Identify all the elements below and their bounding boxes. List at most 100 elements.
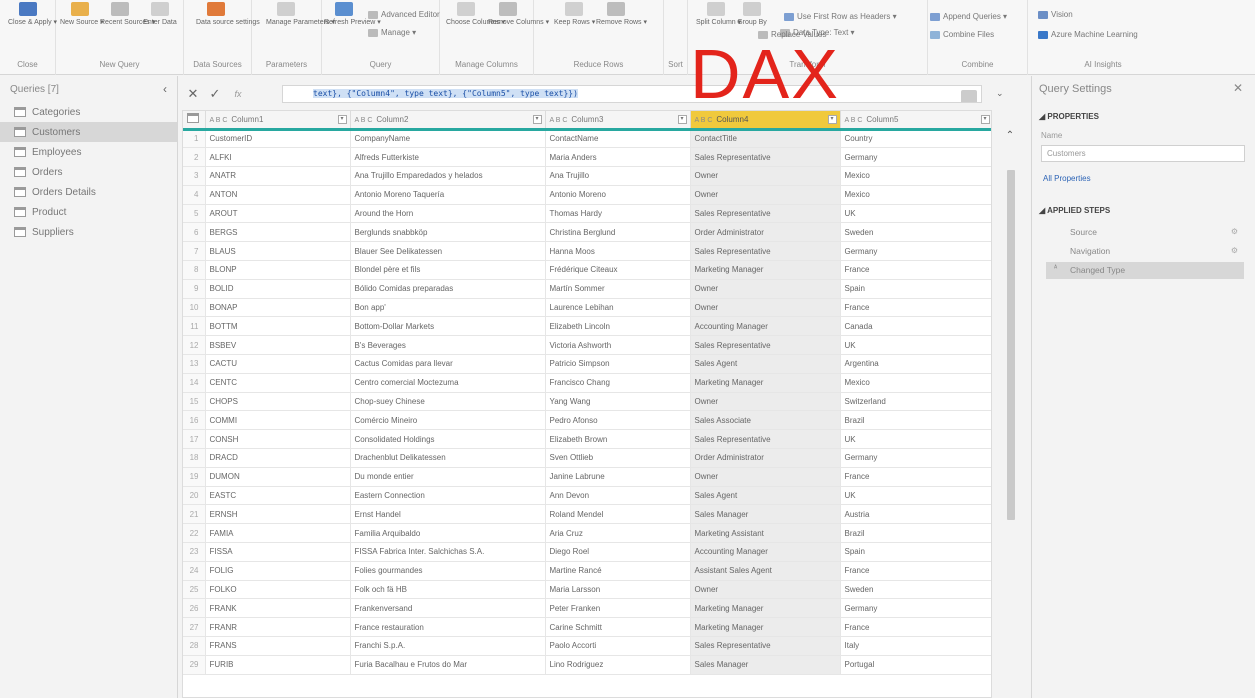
filter-dropdown-icon[interactable]: ▾ <box>532 115 542 124</box>
column-type-icon[interactable]: A B C <box>845 117 863 124</box>
table-cell[interactable]: Owner <box>690 298 841 318</box>
table-cell[interactable]: ANTON <box>205 185 351 205</box>
table-cell[interactable]: Aria Cruz <box>545 523 691 544</box>
append-queries-button[interactable]: Append Queries ▾ <box>930 12 1007 21</box>
table-cell[interactable]: FRANK <box>205 598 351 619</box>
expand-formula-button[interactable] <box>961 90 977 102</box>
table-cell[interactable]: FISSA <box>205 542 351 562</box>
table-cell[interactable]: Carine Schmitt <box>545 617 691 638</box>
table-cell[interactable]: Owner <box>690 185 841 205</box>
table-cell[interactable]: Bólido Comidas preparadas <box>350 279 546 299</box>
table-cell[interactable]: Germany <box>840 241 991 262</box>
table-cell[interactable]: BLONP <box>205 260 351 280</box>
table-cell[interactable]: Ernst Handel <box>350 504 546 525</box>
table-cell[interactable]: Sales Representative <box>690 147 841 168</box>
table-cell[interactable]: Bottom-Dollar Markets <box>350 316 546 337</box>
table-cell[interactable]: Folies gourmandes <box>350 561 546 581</box>
table-cell[interactable]: Marketing Manager <box>690 373 841 393</box>
table-cell[interactable]: Ana Trujillo Emparedados y helados <box>350 166 546 186</box>
table-cell[interactable]: Elizabeth Brown <box>545 429 691 450</box>
table-cell[interactable]: ANATR <box>205 166 351 186</box>
table-cell[interactable]: Berglunds snabbköp <box>350 222 546 243</box>
table-cell[interactable]: Comércio Mineiro <box>350 410 546 431</box>
table-cell[interactable]: Paolo Accorti <box>545 636 691 656</box>
table-cell[interactable]: Eastern Connection <box>350 486 546 506</box>
table-cell[interactable]: Mexico <box>840 373 991 393</box>
table-cell[interactable]: DUMON <box>205 467 351 487</box>
applied-step-source[interactable]: Source ⚙ <box>1046 224 1244 241</box>
table-cell[interactable]: Accounting Manager <box>690 542 841 562</box>
table-cell[interactable]: Ana Trujillo <box>545 166 691 186</box>
table-cell[interactable]: France restauration <box>350 617 546 638</box>
remove-rows-button[interactable]: Remove Rows ▾ <box>596 2 647 54</box>
azure-ml-button[interactable]: Azure Machine Learning <box>1038 30 1138 39</box>
table-cell[interactable]: Blauer See Delikatessen <box>350 241 546 262</box>
query-item-orders-details[interactable]: Orders Details <box>0 182 177 202</box>
applied-steps-header[interactable]: ◢ APPLIED STEPS <box>1039 206 1110 215</box>
table-cell[interactable]: Christina Berglund <box>545 222 691 243</box>
table-cell[interactable]: DRACD <box>205 448 351 468</box>
table-cell[interactable]: Franchi S.p.A. <box>350 636 546 656</box>
table-cell[interactable]: CONSH <box>205 429 351 450</box>
gear-icon[interactable]: ⚙ <box>1231 246 1238 255</box>
table-cell[interactable]: Sales Representative <box>690 429 841 450</box>
table-cell[interactable]: Spain <box>840 542 991 562</box>
table-cell[interactable]: Switzerland <box>840 392 991 412</box>
table-cell[interactable]: Sales Associate <box>690 410 841 431</box>
table-cell[interactable]: Yang Wang <box>545 392 691 412</box>
table-cell[interactable]: Owner <box>690 392 841 412</box>
table-cell[interactable]: BLAUS <box>205 241 351 262</box>
table-cell[interactable]: FOLIG <box>205 561 351 581</box>
table-cell[interactable]: BOLID <box>205 279 351 299</box>
table-cell[interactable]: Marketing Assistant <box>690 523 841 544</box>
table-cell[interactable]: CustomerID <box>205 129 351 149</box>
table-cell[interactable]: Canada <box>840 316 991 337</box>
column-type-icon[interactable]: A B C <box>210 117 228 124</box>
formula-input[interactable]: text}, {"Column4", type text}, {"Column5… <box>282 85 982 103</box>
table-cell[interactable]: Around the Horn <box>350 204 546 224</box>
table-cell[interactable]: FRANR <box>205 617 351 638</box>
table-cell[interactable]: Mexico <box>840 185 991 205</box>
refresh-preview-button[interactable]: Refresh Preview ▾ <box>324 2 381 54</box>
table-cell[interactable]: France <box>840 467 991 487</box>
table-cell[interactable]: Cactus Comidas para llevar <box>350 354 546 374</box>
new-source-button[interactable]: New Source ▾ <box>60 2 104 54</box>
table-cell[interactable]: CHOPS <box>205 392 351 412</box>
table-cell[interactable]: CENTC <box>205 373 351 393</box>
table-cell[interactable]: Order Administrator <box>690 222 841 243</box>
table-cell[interactable]: Accounting Manager <box>690 316 841 337</box>
table-cell[interactable]: Marketing Manager <box>690 598 841 619</box>
close-apply-button[interactable]: Close & Apply ▾ <box>8 2 57 54</box>
column-header-column4[interactable]: A B C Column4 ▾ <box>690 111 841 131</box>
table-cell[interactable]: Alfreds Futterkiste <box>350 147 546 168</box>
table-cell[interactable]: Familia Arquibaldo <box>350 523 546 544</box>
table-menu-icon[interactable] <box>183 111 206 131</box>
table-cell[interactable]: Folk och fä HB <box>350 580 546 600</box>
vertical-scrollbar[interactable]: ⌃ <box>1002 130 1018 698</box>
table-cell[interactable]: Laurence Lebihan <box>545 298 691 318</box>
table-cell[interactable]: ERNSH <box>205 504 351 525</box>
table-cell[interactable]: Maria Anders <box>545 147 691 168</box>
query-item-orders[interactable]: Orders <box>0 162 177 182</box>
table-cell[interactable]: Lino Rodriguez <box>545 655 691 675</box>
table-cell[interactable]: ALFKI <box>205 147 351 168</box>
close-icon[interactable]: ✕ <box>1233 81 1243 95</box>
table-cell[interactable]: Sales Manager <box>690 504 841 525</box>
table-cell[interactable]: Martine Rancé <box>545 561 691 581</box>
table-cell[interactable]: BERGS <box>205 222 351 243</box>
keep-rows-button[interactable]: Keep Rows ▾ <box>554 2 595 54</box>
query-item-employees[interactable]: Employees <box>0 142 177 162</box>
table-cell[interactable]: Brazil <box>840 410 991 431</box>
group-by-button[interactable]: Group By <box>732 2 772 54</box>
table-cell[interactable]: Sweden <box>840 222 991 243</box>
table-cell[interactable]: Germany <box>840 448 991 468</box>
table-cell[interactable]: Spain <box>840 279 991 299</box>
table-cell[interactable]: UK <box>840 204 991 224</box>
table-cell[interactable]: Portugal <box>840 655 991 675</box>
table-cell[interactable]: Blondel père et fils <box>350 260 546 280</box>
table-cell[interactable]: Sales Representative <box>690 204 841 224</box>
table-cell[interactable]: Germany <box>840 147 991 168</box>
gear-icon[interactable]: ⚙ <box>1231 227 1238 236</box>
table-cell[interactable]: Sven Ottlieb <box>545 448 691 468</box>
table-cell[interactable]: Martín Sommer <box>545 279 691 299</box>
